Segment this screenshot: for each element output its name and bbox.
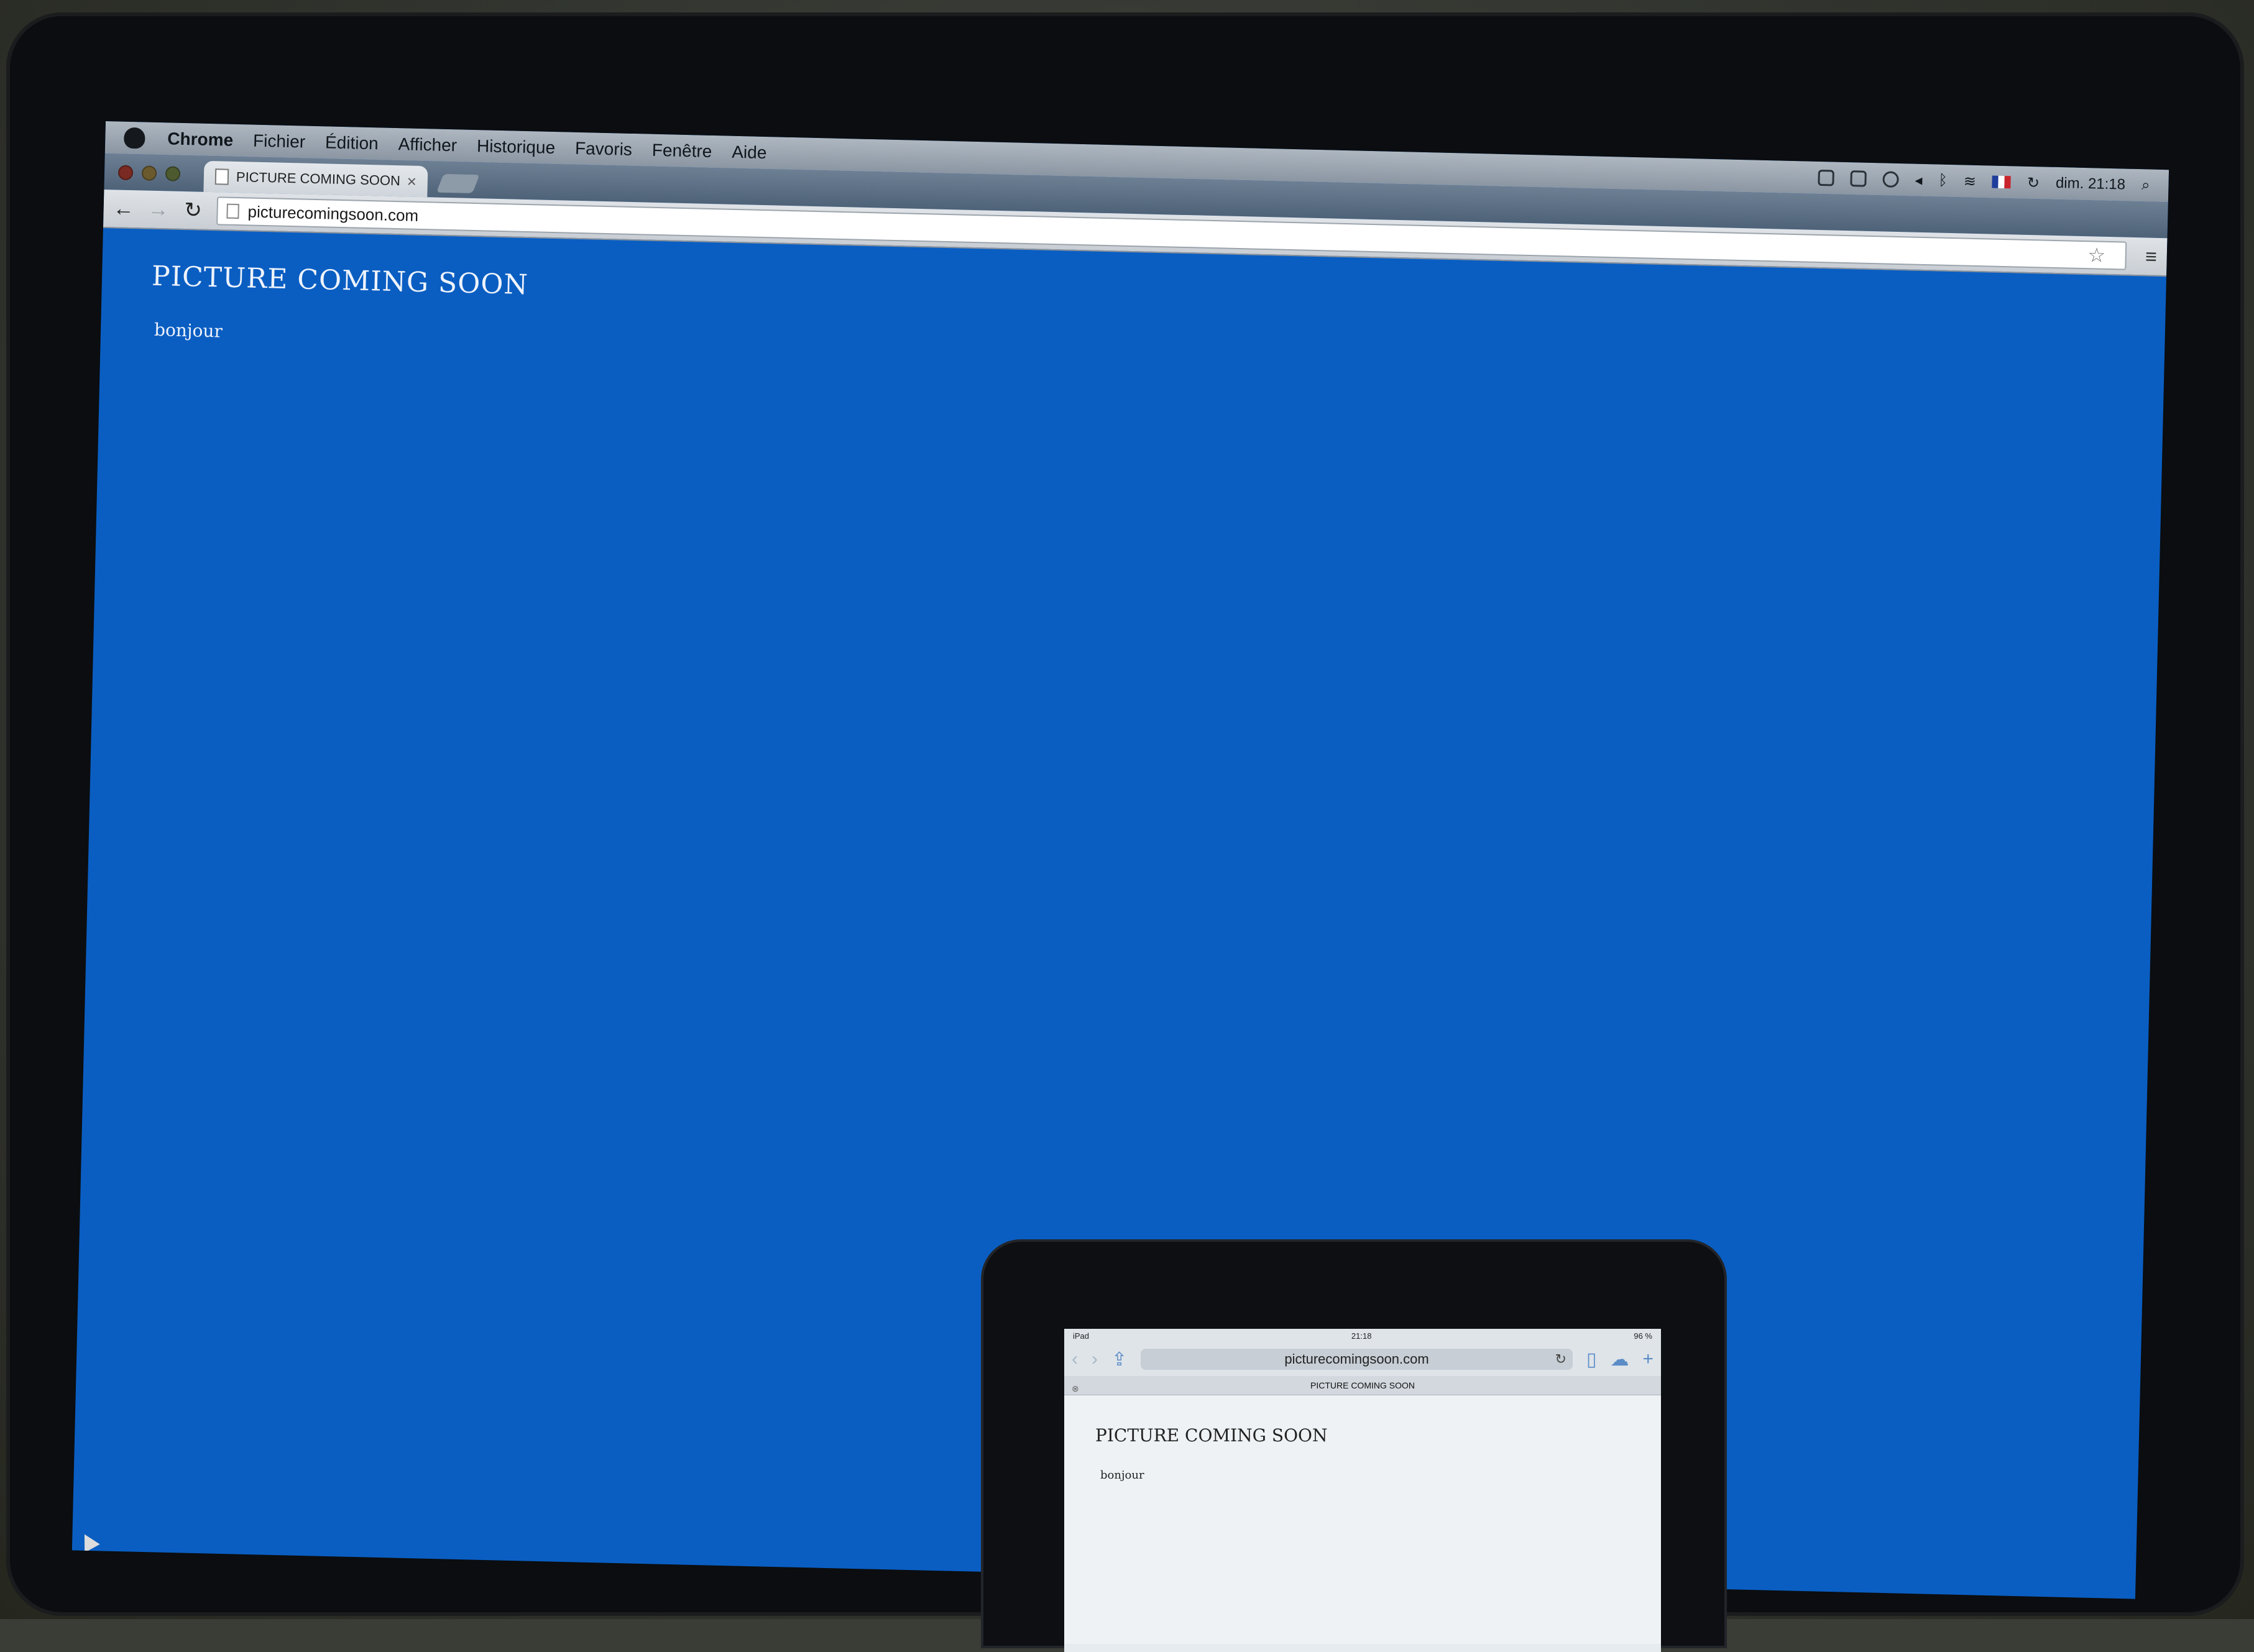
page-title: PICTURE COMING SOON — [151, 260, 529, 301]
new-tab-button[interactable] — [436, 173, 480, 193]
chrome-menu-icon[interactable]: ≡ — [2145, 245, 2158, 268]
safari-forward-icon[interactable]: › — [1092, 1349, 1098, 1370]
menu-fichier[interactable]: Fichier — [253, 131, 306, 152]
volume-icon[interactable]: ◂ — [1915, 171, 1923, 189]
menu-aide[interactable]: Aide — [732, 142, 767, 163]
safari-toolbar: ‹ › ⇪ picturecomingsoon.com ↻ ▯ ☁ + — [1064, 1342, 1661, 1376]
new-tab-plus-icon[interactable]: + — [1642, 1349, 1654, 1370]
forward-button[interactable]: → — [143, 194, 173, 224]
time-machine-icon[interactable] — [1882, 171, 1899, 188]
tab-title: PICTURE COMING SOON — [236, 168, 401, 189]
zoom-window-button[interactable] — [165, 166, 181, 181]
ipad-status-bar: iPad 21:18 96 % — [1064, 1329, 1661, 1342]
page-text: bonjour — [154, 319, 223, 342]
apple-menu-icon[interactable] — [123, 127, 145, 149]
window-controls — [117, 165, 181, 181]
safari-tab-title[interactable]: PICTURE COMING SOON — [1310, 1380, 1415, 1390]
input-source-flag-icon[interactable] — [1992, 175, 2012, 189]
address-bar-url: picturecomingsoon.com — [247, 201, 419, 225]
mouse-cursor-icon — [76, 1530, 100, 1553]
menu-extras: ◂ ᛒ ≋ ↻ dim. 21:18 ⌕ — [1818, 168, 2150, 195]
share-icon[interactable]: ⇪ — [1111, 1349, 1127, 1370]
bluetooth-icon[interactable]: ᛒ — [1938, 172, 1948, 189]
display-mirroring-icon[interactable] — [1850, 170, 1867, 187]
safari-reload-icon[interactable]: ↻ — [1555, 1351, 1566, 1367]
safari-tab-bar: ⊗ PICTURE COMING SOON — [1064, 1376, 1661, 1395]
ipad-screen: iPad 21:18 96 % ‹ › ⇪ picturecomingsoon.… — [1064, 1329, 1661, 1652]
close-window-button[interactable] — [117, 165, 134, 181]
menu-fenetre[interactable]: Fenêtre — [651, 140, 712, 162]
bookmark-star-icon[interactable]: ☆ — [2087, 243, 2106, 267]
reload-button[interactable]: ↻ — [178, 195, 208, 226]
ipad-clock: 21:18 — [1351, 1331, 1372, 1341]
bookmarks-icon[interactable]: ▯ — [1586, 1349, 1597, 1370]
ipad-device: iPad 21:18 96 % ‹ › ⇪ picturecomingsoon.… — [983, 1242, 1724, 1652]
page-icon — [226, 203, 239, 219]
ipad-device-label: iPad — [1073, 1331, 1090, 1341]
tab-close-button[interactable]: × — [407, 172, 416, 191]
menu-app-chrome[interactable]: Chrome — [167, 129, 233, 150]
browser-tab[interactable]: PICTURE COMING SOON × — [203, 160, 428, 198]
safari-tab-close-icon[interactable]: ⊗ — [1072, 1384, 1079, 1394]
ipad-page-title: PICTURE COMING SOON — [1095, 1425, 1328, 1446]
safari-address-bar[interactable]: picturecomingsoon.com ↻ — [1141, 1349, 1573, 1370]
spotlight-search-icon[interactable]: ⌕ — [2141, 177, 2150, 194]
menu-historique[interactable]: Historique — [477, 136, 556, 158]
page-icon — [214, 168, 229, 185]
icloud-tabs-icon[interactable]: ☁ — [1610, 1349, 1629, 1370]
safari-back-icon[interactable]: ‹ — [1072, 1349, 1078, 1370]
menu-afficher[interactable]: Afficher — [398, 134, 457, 155]
sync-icon[interactable]: ↻ — [2027, 173, 2040, 191]
back-button[interactable]: ← — [108, 193, 139, 224]
wifi-icon[interactable]: ≋ — [1963, 172, 1976, 190]
minimize-window-button[interactable] — [141, 165, 157, 181]
menu-clock[interactable]: dim. 21:18 — [2056, 175, 2126, 194]
safari-url: picturecomingsoon.com — [1284, 1351, 1429, 1367]
ipad-page-text: bonjour — [1100, 1469, 1144, 1482]
menu-favoris[interactable]: Favoris — [575, 139, 633, 160]
status-app-icon[interactable] — [1818, 169, 1834, 186]
menu-edition[interactable]: Édition — [325, 132, 379, 154]
ipad-battery: 96 % — [1634, 1331, 1652, 1341]
ipad-web-page: PICTURE COMING SOON bonjour — [1064, 1395, 1661, 1644]
